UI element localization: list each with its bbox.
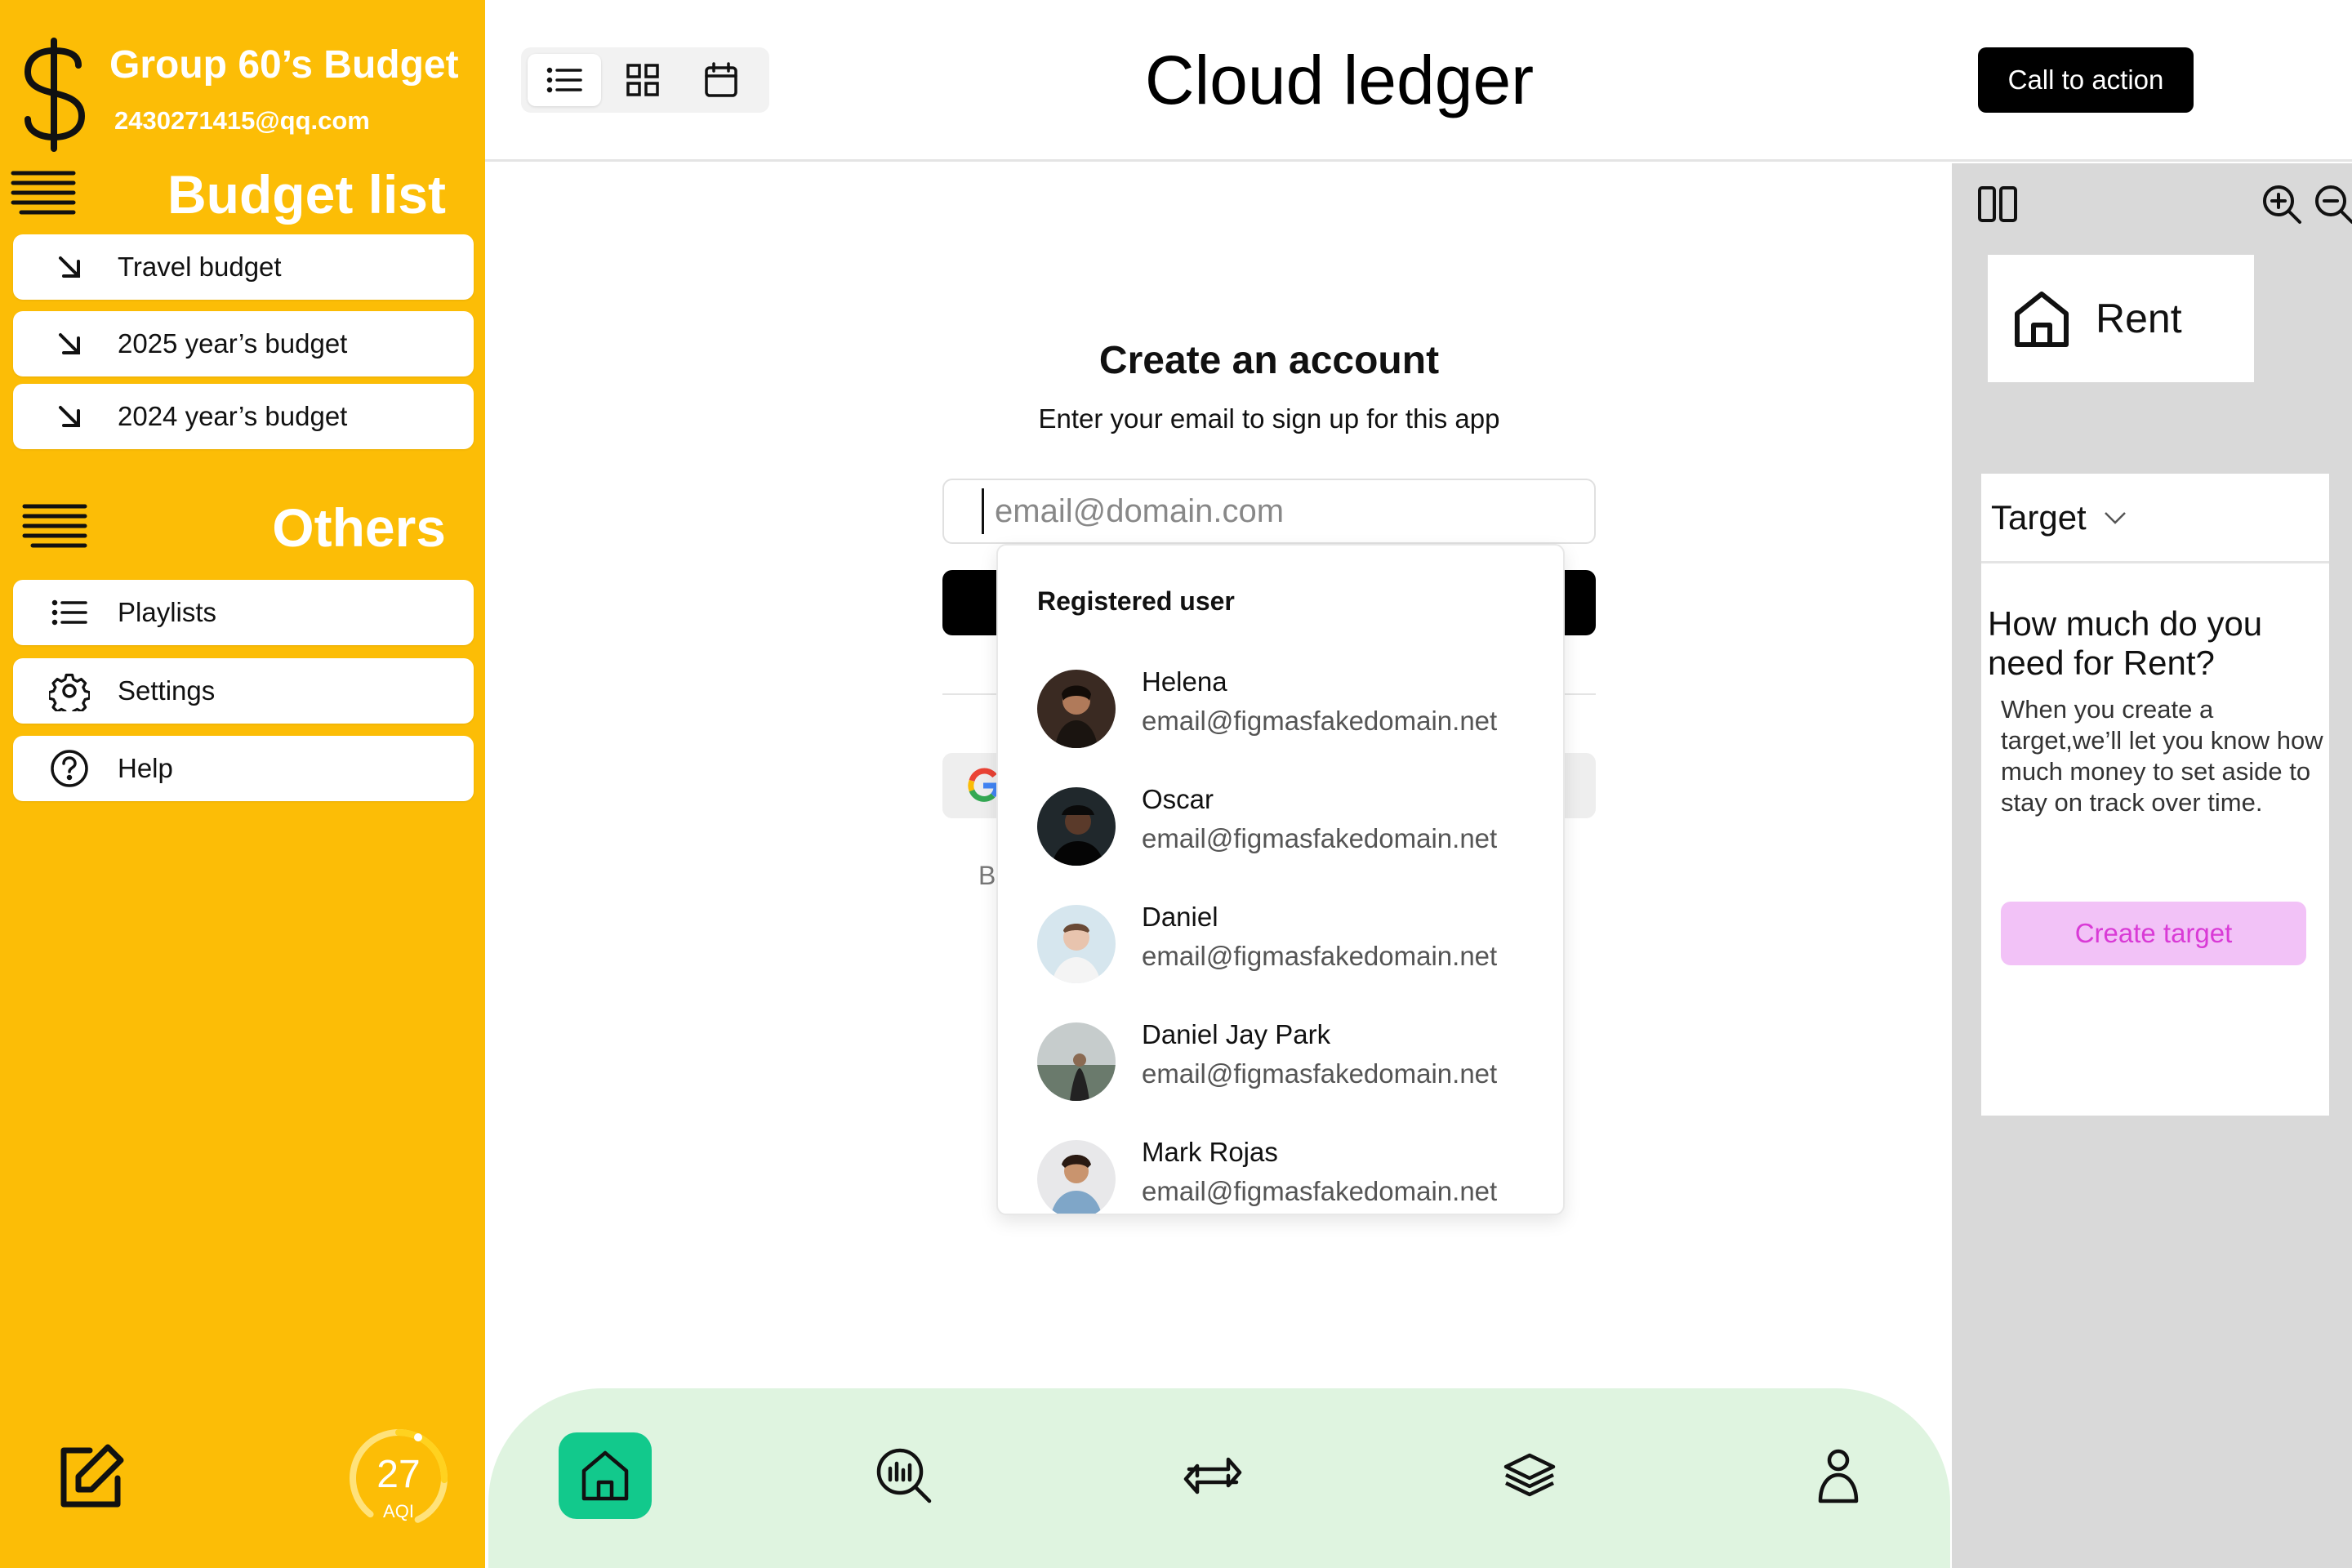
arrow-down-right-icon xyxy=(46,243,93,291)
split-view-icon[interactable] xyxy=(1975,181,2020,227)
user-email: email@figmasfakedomain.net xyxy=(1142,823,1498,853)
avatar xyxy=(1037,787,1116,866)
user-email: email@figmasfakedomain.net xyxy=(1142,941,1498,971)
avatar xyxy=(1037,1022,1116,1101)
app-title: Cloud ledger xyxy=(1144,42,1535,118)
user-option-daniel-jay-park[interactable]: Daniel Jay Park email@figmasfakedomain.n… xyxy=(1037,1019,1544,1101)
home-icon[interactable] xyxy=(559,1432,652,1519)
form-subtitle: Enter your email to sign up for this app xyxy=(1038,403,1500,434)
budget-menu-icon[interactable] xyxy=(10,168,77,219)
user-name: Daniel xyxy=(1142,902,1218,932)
budget-item-2025[interactable]: 2025 year’s budget xyxy=(13,311,474,376)
text-caret xyxy=(982,488,984,534)
user-option-mark-rojas[interactable]: Mark Rojas email@figmasfakedomain.net xyxy=(1037,1137,1544,1214)
others-menu-icon[interactable] xyxy=(21,501,88,552)
aqi-gauge: 27 AQI xyxy=(346,1426,451,1530)
user-email: email@figmasfakedomain.net xyxy=(1142,1058,1498,1089)
avatar xyxy=(1037,1140,1116,1214)
category-label: Rent xyxy=(2096,296,2182,341)
user-name: Mark Rojas xyxy=(1142,1137,1278,1167)
chevron-down-icon xyxy=(2104,511,2126,524)
user-name: Daniel Jay Park xyxy=(1142,1019,1331,1049)
help-icon xyxy=(46,745,93,792)
target-label: Target xyxy=(1991,497,2087,537)
arrow-down-right-icon xyxy=(46,393,93,440)
user-option-helena[interactable]: Helena email@figmasfakedomain.net xyxy=(1037,666,1544,748)
user-option-daniel[interactable]: Daniel email@figmasfakedomain.net xyxy=(1037,902,1544,983)
dropdown-heading: Registered user xyxy=(1037,586,1235,616)
sidebar-item-settings[interactable]: Settings xyxy=(13,658,474,724)
user-name: Oscar xyxy=(1142,784,1214,814)
budget-item-label: 2024 year’s budget xyxy=(118,401,348,431)
user-email: email@figmasfakedomain.net xyxy=(1142,1176,1498,1206)
target-dropdown[interactable]: Target xyxy=(1981,474,2329,564)
registered-user-dropdown: Registered user Helena email@figmasfaked… xyxy=(996,544,1565,1215)
avatar xyxy=(1037,905,1116,983)
budget-item-label: 2025 year’s budget xyxy=(118,328,348,359)
transfer-icon[interactable] xyxy=(1166,1432,1259,1519)
view-switcher xyxy=(521,47,769,113)
layers-icon[interactable] xyxy=(1483,1432,1576,1519)
home-icon xyxy=(2015,292,2069,347)
right-panel: Rent Target How much do you need for Ren… xyxy=(1952,163,2352,1568)
sidebar-item-playlists[interactable]: Playlists xyxy=(13,580,474,645)
legal-text: B xyxy=(978,861,996,890)
budget-item-travel[interactable]: Travel budget xyxy=(13,234,474,300)
call-to-action-button[interactable]: Call to action xyxy=(1978,47,2194,113)
user-option-oscar[interactable]: Oscar email@figmasfakedomain.net xyxy=(1037,784,1544,866)
user-name: Helena xyxy=(1142,666,1227,697)
target-card: Target How much do you need for Rent? Wh… xyxy=(1981,474,2329,1116)
sidebar-item-label: Settings xyxy=(118,675,216,706)
rent-category-card[interactable]: Rent xyxy=(1988,255,2254,382)
others-heading: Others xyxy=(272,497,446,558)
list-icon xyxy=(46,589,93,636)
budget-item-2024[interactable]: 2024 year’s budget xyxy=(13,384,474,449)
target-description: When you create a target,we’ll let you k… xyxy=(2001,695,2323,817)
budget-item-label: Travel budget xyxy=(118,252,282,282)
sidebar: Group 60’s Budget 2430271415@qq.com Budg… xyxy=(0,0,485,1568)
analytics-icon[interactable] xyxy=(858,1432,951,1519)
arrow-down-right-icon xyxy=(46,320,93,368)
aqi-label: AQI xyxy=(383,1501,414,1521)
account-email: 2430271415@qq.com xyxy=(114,106,370,135)
sidebar-item-help[interactable]: Help xyxy=(13,736,474,801)
budget-list-heading: Budget list xyxy=(167,164,446,225)
gear-icon xyxy=(46,667,93,715)
email-field[interactable] xyxy=(942,479,1596,544)
profile-icon[interactable] xyxy=(1792,1432,1885,1519)
calendar-view-icon[interactable] xyxy=(684,54,758,106)
zoom-in-icon[interactable] xyxy=(2259,181,2305,227)
list-view-icon[interactable] xyxy=(528,54,601,106)
user-email: email@figmasfakedomain.net xyxy=(1142,706,1498,736)
zoom-out-icon[interactable] xyxy=(2311,181,2352,227)
dollar-logo-icon xyxy=(24,38,86,152)
form-title: Create an account xyxy=(1098,339,1440,382)
sidebar-item-label: Playlists xyxy=(118,597,217,627)
top-header: Cloud ledger Call to action xyxy=(485,0,2352,162)
sidebar-item-label: Help xyxy=(118,753,173,783)
aqi-value: 27 xyxy=(376,1453,421,1496)
grid-view-icon[interactable] xyxy=(606,54,679,106)
edit-icon[interactable] xyxy=(54,1441,127,1514)
app-root: Group 60’s Budget 2430271415@qq.com Budg… xyxy=(0,0,2352,1568)
bottom-navigation xyxy=(488,1388,1950,1568)
avatar xyxy=(1037,670,1116,748)
brand-title: Group 60’s Budget xyxy=(109,43,459,87)
target-question: How much do you need for Rent? xyxy=(1988,604,2263,682)
create-target-button[interactable]: Create target xyxy=(2001,902,2306,965)
